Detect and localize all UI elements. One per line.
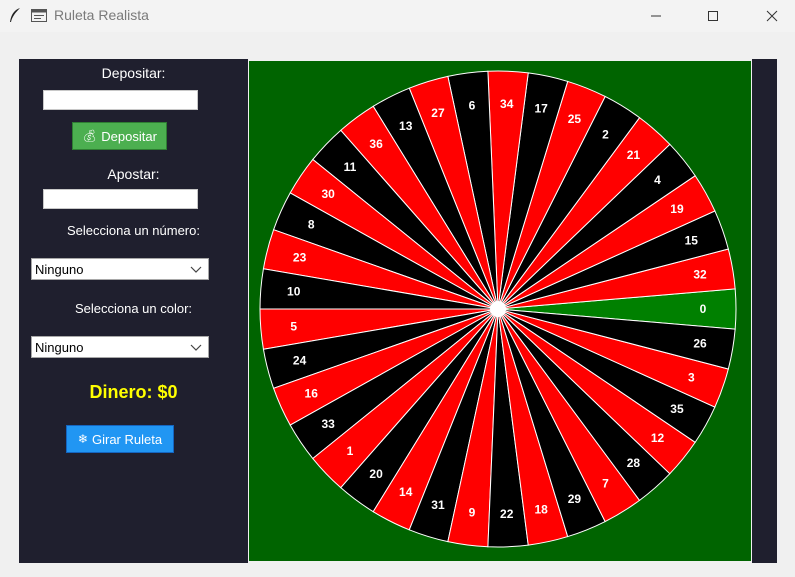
deposit-input[interactable] bbox=[43, 90, 198, 110]
wheel-number-label: 7 bbox=[602, 477, 609, 491]
wheel-number-label: 32 bbox=[693, 267, 707, 281]
wheel-number-label: 11 bbox=[344, 160, 357, 174]
wheel-number-label: 29 bbox=[568, 492, 582, 506]
wheel-number-label: 21 bbox=[627, 148, 641, 162]
money-display: Dinero: $0 bbox=[89, 382, 178, 402]
wheel-number-label: 22 bbox=[500, 507, 514, 521]
feather-icon bbox=[10, 8, 20, 22]
minimize-icon bbox=[651, 15, 661, 17]
wheel-number-label: 1 bbox=[347, 444, 354, 458]
spin-button[interactable]: ❄︎ Girar Ruleta bbox=[66, 425, 174, 453]
wheel-number-label: 10 bbox=[287, 285, 301, 299]
maximize-icon bbox=[708, 11, 718, 21]
chevron-down-icon bbox=[190, 344, 202, 351]
wheel-number-label: 27 bbox=[431, 106, 445, 120]
app-window-icon bbox=[31, 9, 47, 22]
wheel-number-label: 31 bbox=[431, 498, 445, 512]
wheel-number-label: 8 bbox=[308, 218, 315, 232]
right-panel bbox=[752, 59, 777, 563]
wheel-number-label: 24 bbox=[293, 354, 307, 368]
wheel-number-label: 15 bbox=[685, 234, 699, 248]
wheel-number-label: 28 bbox=[627, 456, 641, 470]
number-select-label: Selecciona un número: bbox=[67, 223, 200, 238]
wheel-number-label: 30 bbox=[321, 187, 335, 201]
window-title: Ruleta Realista bbox=[54, 7, 149, 23]
maximize-button[interactable] bbox=[690, 0, 736, 32]
snowflake-icon: ❄︎ bbox=[77, 432, 88, 446]
wheel-hub bbox=[490, 301, 506, 317]
close-icon bbox=[766, 10, 778, 22]
number-select[interactable]: Ninguno bbox=[31, 258, 209, 280]
wheel-number-label: 13 bbox=[399, 119, 413, 133]
wheel-number-label: 2 bbox=[602, 127, 609, 141]
roulette-wheel[interactable]: 0321519421225173462713361130823105241633… bbox=[249, 61, 751, 561]
wheel-number-label: 36 bbox=[369, 137, 383, 151]
close-button[interactable] bbox=[749, 0, 795, 32]
spin-button-label: Girar Ruleta bbox=[91, 431, 163, 447]
bet-label: Apostar: bbox=[107, 166, 160, 182]
wheel-number-label: 23 bbox=[293, 250, 307, 264]
deposit-label: Depositar: bbox=[101, 65, 166, 81]
wheel-number-label: 20 bbox=[369, 467, 383, 481]
wheel-number-label: 18 bbox=[535, 502, 549, 516]
wheel-number-label: 12 bbox=[651, 431, 665, 445]
control-panel: Depositar: 💰︎ Depositar Apostar: Selecci… bbox=[19, 59, 248, 563]
wheel-number-label: 16 bbox=[305, 386, 319, 400]
wheel-number-label: 26 bbox=[693, 337, 707, 351]
color-select[interactable]: Ninguno bbox=[31, 336, 209, 358]
color-select-value: Ninguno bbox=[35, 340, 84, 355]
deposit-button[interactable]: 💰︎ Depositar bbox=[72, 122, 167, 150]
wheel-number-label: 33 bbox=[321, 417, 335, 431]
chevron-down-icon bbox=[190, 266, 202, 273]
minimize-button[interactable] bbox=[633, 0, 679, 32]
wheel-number-label: 9 bbox=[469, 505, 476, 519]
wheel-number-label: 14 bbox=[399, 485, 413, 499]
wheel-number-label: 4 bbox=[654, 173, 661, 187]
money-bag-icon: 💰︎ bbox=[82, 129, 98, 143]
deposit-button-label: Depositar bbox=[101, 128, 157, 144]
wheel-number-label: 5 bbox=[290, 319, 297, 333]
wheel-number-label: 6 bbox=[469, 99, 476, 113]
wheel-number-label: 3 bbox=[688, 370, 695, 384]
wheel-number-label: 25 bbox=[568, 112, 582, 126]
color-select-label: Selecciona un color: bbox=[74, 301, 193, 316]
wheel-number-label: 35 bbox=[670, 402, 684, 416]
bet-input[interactable] bbox=[43, 189, 198, 209]
number-select-value: Ninguno bbox=[35, 262, 84, 277]
wheel-number-label: 34 bbox=[500, 97, 514, 111]
wheel-number-label: 19 bbox=[670, 202, 684, 216]
wheel-number-label: 0 bbox=[700, 302, 707, 316]
title-bar: Ruleta Realista bbox=[0, 0, 795, 32]
wheel-number-label: 17 bbox=[535, 102, 549, 116]
